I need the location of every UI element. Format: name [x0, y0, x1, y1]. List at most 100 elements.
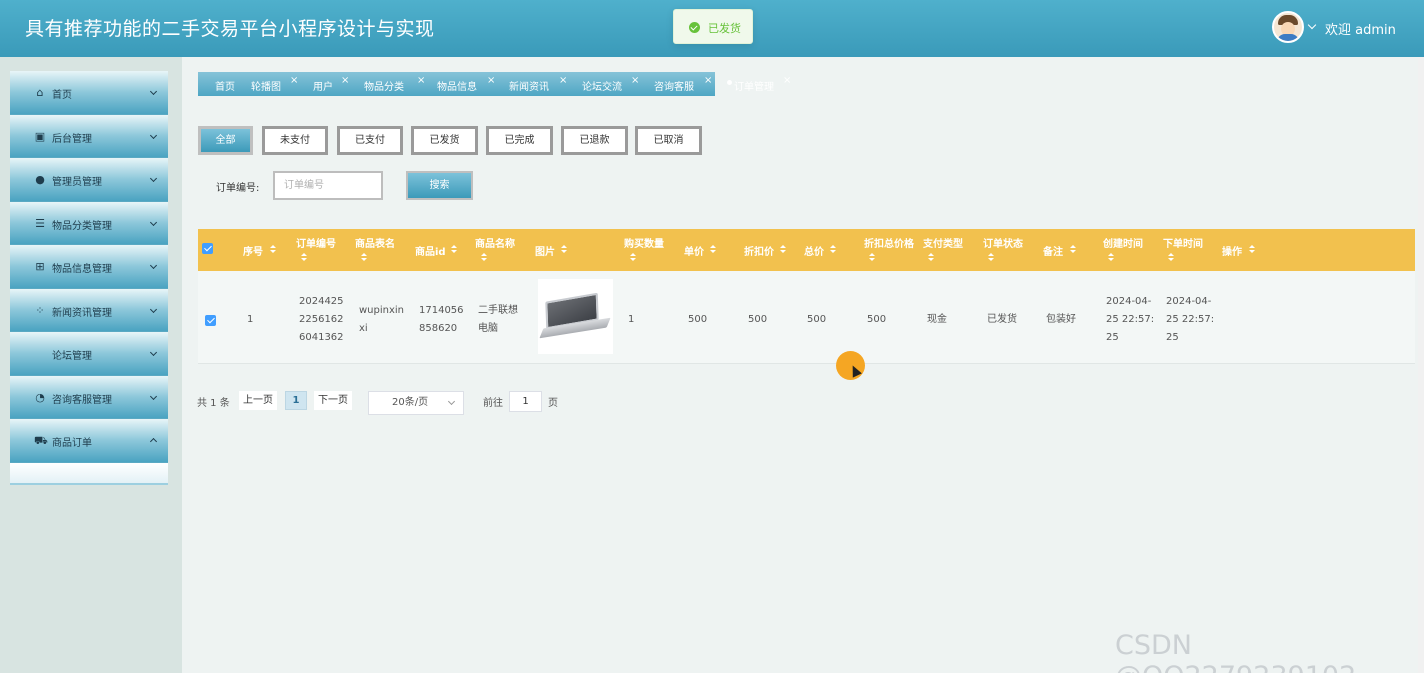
sidebar-item-label: 物品分类管理: [52, 220, 112, 232]
col-goods-name: 商品名称: [475, 239, 515, 250]
sort-icon[interactable]: [301, 253, 307, 262]
chevron-down-icon: [149, 131, 158, 139]
welcome-text[interactable]: 欢迎 admin: [1325, 19, 1396, 38]
sidebar-item-label: 后台管理: [52, 133, 92, 145]
filter-paid-button[interactable]: 已支付: [337, 126, 403, 155]
close-icon[interactable]: ×: [631, 75, 639, 86]
col-actions: 操作: [1222, 247, 1242, 258]
col-unit-price: 单价: [684, 247, 704, 258]
close-icon[interactable]: ×: [783, 75, 791, 86]
sidebar-item-backend[interactable]: ▣ 后台管理: [10, 114, 168, 158]
cell-discount-price: 500: [748, 314, 768, 325]
cell-pay-type: 现金: [927, 314, 947, 325]
close-icon[interactable]: ×: [341, 75, 349, 86]
sidebar-submenu[interactable]: [10, 462, 168, 485]
sort-icon[interactable]: [451, 245, 457, 254]
prev-page-button[interactable]: 上一页: [239, 391, 277, 410]
sidebar-item-label: 物品信息管理: [52, 264, 112, 275]
close-icon[interactable]: ×: [417, 75, 425, 86]
order-no-label: 订单编号:: [216, 183, 260, 194]
close-icon[interactable]: ×: [290, 75, 298, 86]
sort-icon[interactable]: [988, 253, 994, 262]
tab-orders[interactable]: 订单管理: [734, 78, 774, 93]
sort-icon[interactable]: [361, 253, 367, 262]
sidebar-item-orders[interactable]: ⛟ 商品订单: [10, 419, 168, 463]
server-icon: ☰: [35, 216, 45, 230]
product-image[interactable]: [538, 279, 613, 354]
filter-cancelled-button[interactable]: 已取消: [635, 126, 702, 155]
chevron-down-icon[interactable]: [1307, 20, 1317, 30]
search-button[interactable]: 搜索: [406, 171, 473, 200]
sidebar-item-goods[interactable]: ⊞ 物品信息管理: [10, 245, 168, 289]
col-order-no: 订单编号: [296, 239, 336, 250]
cell-unit-price: 500: [688, 314, 708, 325]
sort-icon[interactable]: [869, 253, 875, 262]
apps-icon: ⁘: [35, 303, 45, 317]
filter-shipped-button[interactable]: 已发货: [411, 126, 478, 155]
sidebar-item-home[interactable]: ⌂ 首页: [10, 71, 168, 115]
col-index: 序号: [243, 247, 263, 258]
tab-news[interactable]: 新闻资讯: [509, 78, 549, 93]
sort-icon[interactable]: [481, 253, 487, 262]
filter-completed-button[interactable]: 已完成: [486, 126, 553, 155]
check-circle-icon: [689, 22, 700, 33]
tab-home[interactable]: 首页: [215, 78, 235, 93]
success-toast: 已发货: [673, 9, 753, 44]
sidebar-item-forum[interactable]: 论坛管理: [10, 332, 168, 376]
sidebar-item-admins[interactable]: ● 管理员管理: [10, 158, 168, 202]
filter-unpaid-button[interactable]: 未支付: [262, 126, 328, 155]
chevron-up-icon: [149, 437, 158, 446]
goto-page-input[interactable]: 1: [509, 391, 542, 412]
sort-icon[interactable]: [1108, 253, 1114, 262]
sidebar-item-support[interactable]: ◔ 咨询客服管理: [10, 375, 168, 419]
tab-users[interactable]: 用户: [313, 78, 333, 93]
user-avatar[interactable]: [1272, 11, 1304, 43]
close-icon[interactable]: ×: [487, 75, 495, 86]
scrollbar[interactable]: [1418, 57, 1424, 673]
tab-support[interactable]: 咨询客服: [654, 78, 694, 93]
col-table-name: 商品表名: [355, 239, 395, 250]
sidebar-item-label: 新闻资讯管理: [52, 307, 112, 319]
pagination-total: 共 1 条: [197, 398, 230, 409]
sidebar-item-news[interactable]: ⁘ 新闻资讯管理: [10, 288, 168, 332]
cell-order-no: 2024425 2256162 6041362: [299, 296, 344, 343]
col-pay-type: 支付类型: [923, 239, 963, 250]
sort-icon[interactable]: [928, 253, 934, 262]
next-page-button[interactable]: 下一页: [314, 391, 352, 410]
circle-icon: ●: [35, 173, 45, 186]
cell-status: 已发货: [987, 314, 1017, 325]
col-total: 总价: [804, 247, 824, 258]
tab-carousel[interactable]: 轮播图: [251, 78, 281, 93]
toast-message: 已发货: [708, 22, 741, 35]
page-size-select[interactable]: 20条/页: [368, 391, 464, 415]
cell-quantity: 1: [628, 314, 635, 325]
page-unit-label: 页: [548, 398, 558, 409]
close-icon[interactable]: ×: [704, 75, 712, 86]
cell-ordered: 2024-04- 25 22:57: 25: [1166, 296, 1215, 343]
tab-categories[interactable]: 物品分类: [364, 78, 404, 93]
cell-total: 500: [807, 314, 827, 325]
select-all-checkbox[interactable]: [202, 243, 213, 254]
sidebar-item-label: 管理员管理: [52, 177, 102, 188]
page-number-button[interactable]: 1: [285, 391, 307, 410]
sort-icon[interactable]: [561, 245, 567, 254]
sort-icon[interactable]: [1070, 245, 1076, 254]
sort-icon[interactable]: [710, 245, 716, 254]
filter-refunded-button[interactable]: 已退款: [561, 126, 628, 155]
sidebar-item-categories[interactable]: ☰ 物品分类管理: [10, 201, 168, 245]
tab-goods[interactable]: 物品信息: [437, 78, 477, 93]
filter-all-button[interactable]: 全部: [198, 126, 253, 155]
close-icon[interactable]: ×: [559, 75, 567, 86]
tab-forum[interactable]: 论坛交流: [582, 78, 622, 93]
order-no-input[interactable]: [273, 171, 383, 200]
sort-icon[interactable]: [1249, 245, 1255, 254]
sort-icon[interactable]: [1168, 253, 1174, 262]
sort-icon[interactable]: [830, 245, 836, 254]
col-status: 订单状态: [983, 239, 1023, 250]
cell-index: 1: [247, 314, 254, 325]
row-checkbox[interactable]: [205, 315, 216, 326]
sort-icon[interactable]: [780, 245, 786, 254]
sort-icon[interactable]: [270, 245, 276, 254]
chevron-down-icon: [447, 397, 456, 406]
sort-icon[interactable]: [630, 253, 636, 262]
